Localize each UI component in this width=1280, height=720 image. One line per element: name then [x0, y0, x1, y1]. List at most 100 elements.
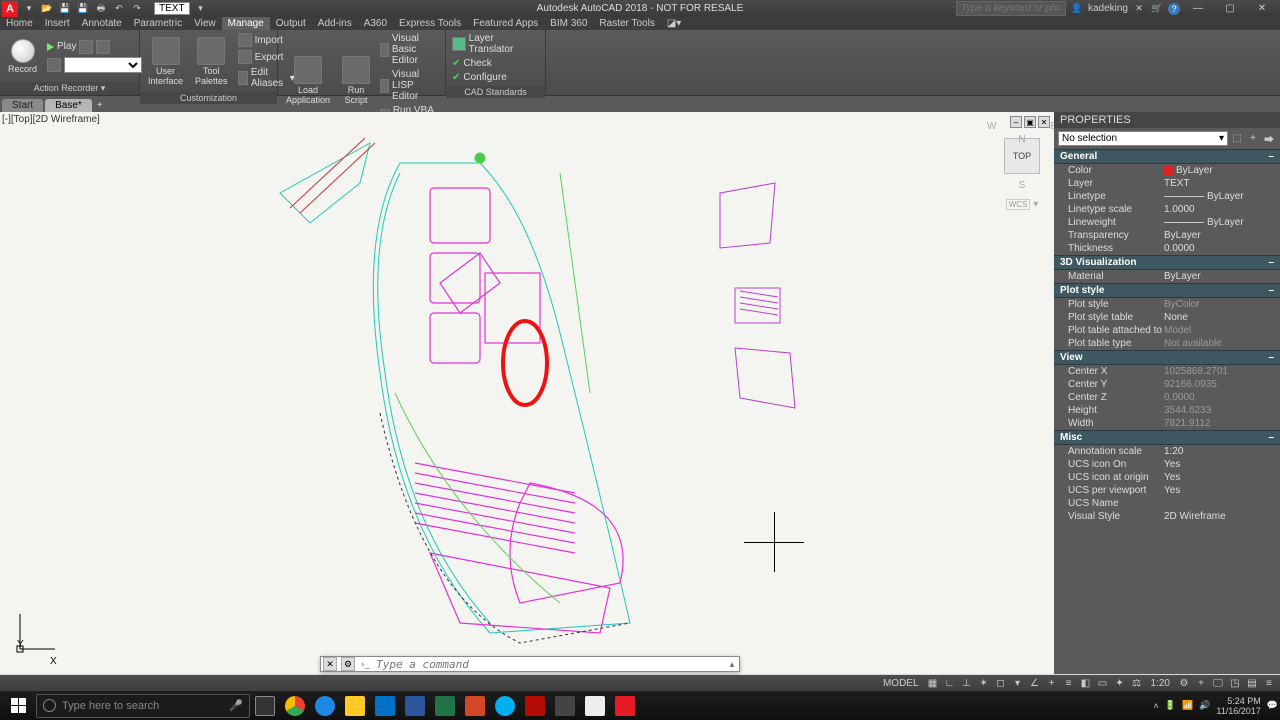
qat-print-icon[interactable]: 🖶	[94, 2, 108, 16]
tray-up-icon[interactable]: ˄	[1153, 701, 1158, 711]
sb-trans-icon[interactable]: ◧	[1079, 676, 1093, 690]
exchange-icon[interactable]: ✕	[1132, 2, 1146, 16]
notifications-icon[interactable]: 💬	[1267, 700, 1278, 711]
pv-ucsname[interactable]	[1162, 497, 1280, 510]
pv-ltscale[interactable]: 1.0000	[1162, 203, 1280, 216]
pv-ascale[interactable]: 1:20	[1162, 445, 1280, 458]
close-button[interactable]: ✕	[1248, 1, 1276, 17]
layer-translator-button[interactable]: Layer Translator	[450, 32, 541, 56]
pv-ltype[interactable]: ByLayer	[1162, 190, 1280, 203]
qat-open-icon[interactable]: 📂	[40, 2, 54, 16]
cui-button[interactable]: User Interface	[144, 35, 187, 88]
pv-h[interactable]: 3544.6233	[1162, 404, 1280, 417]
tab-express[interactable]: Express Tools	[393, 17, 467, 30]
taskbar-search[interactable]: Type here to search🎤	[36, 694, 250, 718]
explorer-icon[interactable]	[340, 691, 370, 720]
selectobj-icon[interactable]: ⮕	[1262, 132, 1276, 146]
sb-iso-icon[interactable]: ◳	[1228, 676, 1242, 690]
pv-ucsi[interactable]: Yes	[1162, 458, 1280, 471]
tab-raster[interactable]: Raster Tools	[593, 17, 660, 30]
sb-ws-icon[interactable]: +	[1194, 676, 1208, 690]
edge-icon[interactable]	[310, 691, 340, 720]
tab-annotate[interactable]: Annotate	[76, 17, 128, 30]
sb-grid-icon[interactable]: ▦	[926, 676, 940, 690]
tab-bim360[interactable]: BIM 360	[544, 17, 593, 30]
cmd-config-icon[interactable]: ⚙	[341, 657, 355, 671]
section-general[interactable]: General–	[1054, 149, 1280, 164]
qat-more-icon[interactable]: ▾	[194, 2, 208, 16]
sb-gizmo-icon[interactable]: ✦	[1113, 676, 1127, 690]
sb-sel-icon[interactable]: ▭	[1096, 676, 1110, 690]
vle-button[interactable]: Visual LISP Editor	[378, 68, 441, 103]
sb-snap-icon[interactable]: ∟	[943, 676, 957, 690]
command-input[interactable]	[370, 658, 725, 671]
tab-manage[interactable]: Manage	[222, 17, 270, 30]
run-script-button[interactable]: Run Script	[338, 54, 374, 107]
section-misc[interactable]: Misc–	[1054, 430, 1280, 445]
sb-clean-icon[interactable]: ▤	[1245, 676, 1259, 690]
doctab-base[interactable]: Base*	[45, 99, 92, 112]
qat-new-icon[interactable]: ▾	[22, 2, 36, 16]
pickadd-icon[interactable]: +	[1246, 132, 1260, 146]
signin-icon[interactable]: 👤	[1070, 2, 1084, 16]
pv-cz[interactable]: 0.0000	[1162, 391, 1280, 404]
word-icon[interactable]	[400, 691, 430, 720]
tab-addins[interactable]: Add-ins	[312, 17, 358, 30]
sb-gear-icon[interactable]: ⚙	[1177, 676, 1191, 690]
taskview-icon[interactable]	[250, 691, 280, 720]
doctab-add-button[interactable]: +	[92, 98, 108, 112]
pv-material[interactable]: ByLayer	[1162, 270, 1280, 283]
outlook-icon[interactable]	[370, 691, 400, 720]
chrome-icon[interactable]	[280, 691, 310, 720]
drawing-area[interactable]: [-][Top][2D Wireframe] – ▣ ✕ N WE TOP S …	[0, 112, 1054, 674]
system-tray[interactable]: ˄ 🔋 📶 🔊 5:24 PM11/16/2017 💬	[1153, 696, 1280, 716]
cart-icon[interactable]: 🛒	[1150, 2, 1164, 16]
pv-vstyle[interactable]: 2D Wireframe	[1162, 510, 1280, 523]
help-search-input[interactable]	[956, 1, 1066, 16]
sb-dyn-icon[interactable]: +	[1045, 676, 1059, 690]
play-button[interactable]: Play	[45, 39, 144, 55]
rec-opt-icon[interactable]	[47, 58, 61, 72]
tray-wifi-icon[interactable]: 📶	[1182, 700, 1193, 711]
tab-parametric[interactable]: Parametric	[128, 17, 188, 30]
qat-save-icon[interactable]: 💾	[58, 2, 72, 16]
selection-combo[interactable]: No selection▾	[1058, 131, 1228, 146]
command-line[interactable]: ✕ ⚙ ›_ ▴	[320, 656, 740, 672]
load-app-button[interactable]: Load Application	[282, 54, 334, 107]
tab-a360[interactable]: A360	[358, 17, 393, 30]
qat-redo-icon[interactable]: ↷	[130, 2, 144, 16]
tray-volume-icon[interactable]: 🔊	[1199, 700, 1210, 711]
pv-transp[interactable]: ByLayer	[1162, 229, 1280, 242]
powerpoint-icon[interactable]	[460, 691, 490, 720]
sb-ortho-icon[interactable]: ⊥	[960, 676, 974, 690]
pv-pstable[interactable]: None	[1162, 311, 1280, 324]
qat-saveas-icon[interactable]: 💾	[76, 2, 90, 16]
cmd-close-icon[interactable]: ✕	[323, 657, 337, 671]
sb-monitor-icon[interactable]: 🖵	[1211, 676, 1225, 690]
sb-polar-icon[interactable]: ✶	[977, 676, 991, 690]
play-opt1-icon[interactable]	[79, 40, 93, 54]
tab-featured[interactable]: Featured Apps	[467, 17, 544, 30]
autocad-taskbar-icon[interactable]	[610, 691, 640, 720]
sb-custom-icon[interactable]: ≡	[1262, 676, 1276, 690]
sb-osnap-icon[interactable]: ◻	[994, 676, 1008, 690]
status-scale[interactable]: 1:20	[1147, 678, 1174, 689]
play-opt2-icon[interactable]	[96, 40, 110, 54]
tab-output[interactable]: Output	[270, 17, 312, 30]
pv-w[interactable]: 7821.9112	[1162, 417, 1280, 430]
app2-icon[interactable]	[580, 691, 610, 720]
skype-icon[interactable]	[490, 691, 520, 720]
check-button[interactable]: ✔Check	[450, 57, 541, 70]
sb-otrack-icon[interactable]: ∠	[1028, 676, 1042, 690]
sb-annoscale-icon[interactable]: ⚖	[1130, 676, 1144, 690]
doctab-start[interactable]: Start	[2, 99, 43, 112]
sb-3dosnap-icon[interactable]: ▾	[1011, 676, 1025, 690]
maximize-button[interactable]: ▢	[1216, 1, 1244, 17]
qat-undo-icon[interactable]: ↶	[112, 2, 126, 16]
tab-extra-icon[interactable]: ◪▾	[661, 17, 687, 30]
record-button[interactable]: Record	[4, 37, 41, 76]
action-combo[interactable]	[64, 57, 142, 73]
pv-ucsvp[interactable]: Yes	[1162, 484, 1280, 497]
pv-cx[interactable]: 1025868.2701	[1162, 365, 1280, 378]
tab-home[interactable]: Home	[0, 17, 39, 30]
